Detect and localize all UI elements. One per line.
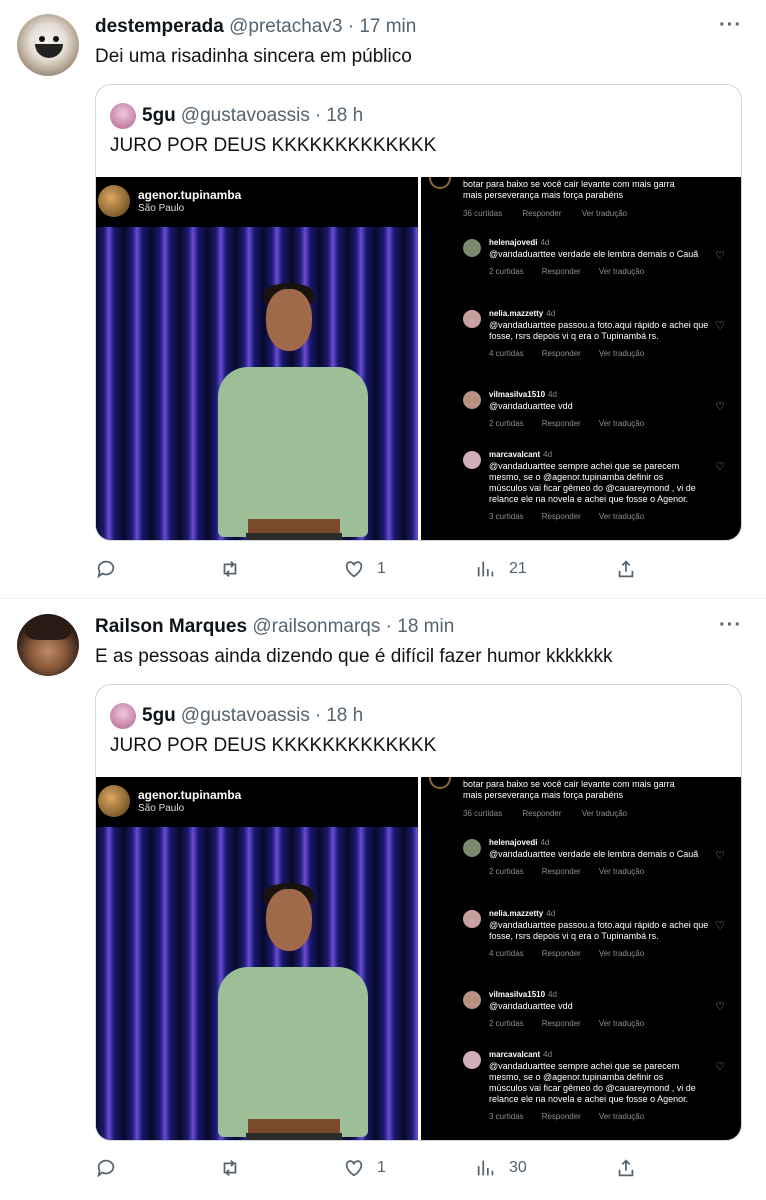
views-button[interactable]: 21	[475, 558, 527, 580]
like-icon	[345, 1160, 363, 1177]
person	[266, 889, 312, 951]
media-grid[interactable]: agenor.tupinamba São Paulo botar para ba…	[96, 177, 741, 540]
photo-instagram-post[interactable]: agenor.tupinamba São Paulo	[96, 177, 418, 540]
share-button[interactable]	[615, 1157, 637, 1179]
comment: vilmasilva1510 4d @vandaduarttee vdd 2 cu…	[489, 990, 645, 1028]
quoted-tweet[interactable]: 5gu @gustavoassis · 18 h JURO POR DEUS K…	[95, 84, 742, 541]
comment-text: botar para baixo se você cair levante co…	[463, 179, 675, 189]
like-icon	[345, 561, 363, 578]
photo-comments[interactable]: botar para baixo se você cair levante co…	[421, 177, 741, 540]
tweet-2[interactable]: Railson Marques @railsonmarqs · 18 min ·…	[0, 599, 766, 1200]
timestamp[interactable]: 18 min	[397, 616, 454, 637]
heart-icon: ♡	[715, 920, 725, 932]
ig-username: agenor.tupinamba	[138, 188, 242, 202]
heart-icon: ♡	[715, 1001, 725, 1013]
ig-location: São Paulo	[138, 803, 185, 814]
views-icon	[477, 561, 494, 577]
person	[266, 289, 312, 351]
quote-handle: @gustavoassis	[180, 105, 310, 126]
heart-icon: ♡	[715, 850, 725, 862]
quote-display-name: 5gu	[142, 705, 176, 726]
quote-avatar	[110, 103, 136, 129]
more-dots-icon[interactable]: ···	[719, 14, 742, 37]
heart-icon: ♡	[715, 461, 725, 473]
retweet-icon	[223, 561, 237, 577]
quote-header: 5gu @gustavoassis · 18 h	[110, 703, 363, 729]
media-grid[interactable]: agenor.tupinamba São Paulo botar para ba…	[96, 777, 741, 1140]
share-icon	[618, 1159, 634, 1177]
comment: helenajovedi 4d @vandaduarttee verdade el…	[489, 238, 699, 276]
ig-username: agenor.tupinamba	[138, 788, 242, 802]
quote-timestamp: 18 h	[326, 705, 364, 726]
comment: nelia.mazzetty 4d @vandaduarttee passou.a…	[489, 309, 709, 358]
reply-button[interactable]	[95, 558, 129, 580]
handle[interactable]: @railsonmarqs	[252, 616, 380, 637]
quote-avatar	[110, 703, 136, 729]
quote-handle: @gustavoassis	[180, 705, 310, 726]
reply-icon	[97, 560, 115, 579]
comment: marcavalcant 4d @vandaduarttee sempre ach…	[489, 1050, 696, 1121]
views-button[interactable]: 30	[475, 1157, 527, 1179]
avatar[interactable]	[17, 614, 79, 676]
comment: helenajovedi 4d @vandaduarttee verdade el…	[489, 838, 699, 876]
photo-instagram-post[interactable]: agenor.tupinamba São Paulo	[96, 777, 418, 1140]
comment-text: mais perseverança mais força parabéns	[463, 790, 624, 800]
quoted-tweet[interactable]: 5gu @gustavoassis · 18 h JURO POR DEUS K…	[95, 684, 742, 1141]
comment: vilmasilva1510 4d @vandaduarttee vdd 2 cu…	[489, 390, 645, 428]
quote-timestamp: 18 h	[326, 105, 364, 126]
heart-icon: ♡	[715, 401, 725, 413]
heart-icon: ♡	[715, 250, 725, 262]
more-dots-icon[interactable]: ···	[719, 614, 742, 637]
tweet-header: destemperada @pretachav3 · 17 min	[95, 16, 417, 37]
comment-text: mais perseverança mais força parabéns	[463, 190, 624, 200]
action-bar: 1 30	[95, 1157, 655, 1185]
heart-icon: ♡	[715, 1061, 725, 1073]
ig-avatar	[98, 185, 130, 217]
comment: marcavalcant 4d @vandaduarttee sempre ach…	[489, 450, 696, 521]
tweet-text: Dei uma risadinha sincera em público	[95, 46, 412, 67]
share-icon	[618, 560, 634, 578]
tweet-1[interactable]: destemperada @pretachav3 · 17 min ··· De…	[0, 0, 766, 598]
handle[interactable]: @pretachav3	[229, 16, 342, 37]
stage-curtain	[96, 227, 418, 540]
reply-icon	[97, 1159, 115, 1178]
tweet-header: Railson Marques @railsonmarqs · 18 min	[95, 616, 455, 637]
quote-display-name: 5gu	[142, 105, 176, 126]
retweet-icon	[223, 1160, 237, 1176]
comment: nelia.mazzetty 4d @vandaduarttee passou.a…	[489, 909, 709, 958]
action-bar: 1 21	[95, 558, 655, 586]
retweet-button[interactable]	[219, 558, 253, 580]
display-name[interactable]: destemperada	[95, 16, 224, 37]
quote-header: 5gu @gustavoassis · 18 h	[110, 103, 363, 129]
like-button[interactable]: 1	[343, 558, 386, 580]
heart-icon: ♡	[715, 320, 725, 332]
tweet-text: E as pessoas ainda dizendo que é difícil…	[95, 646, 613, 667]
comment-text: botar para baixo se você cair levante co…	[463, 779, 675, 789]
timestamp[interactable]: 17 min	[359, 16, 416, 37]
photo-comments[interactable]: botar para baixo se você cair levante co…	[421, 777, 741, 1140]
quote-text: JURO POR DEUS KKKKKKKKKKKKK	[110, 135, 437, 156]
display-name[interactable]: Railson Marques	[95, 616, 247, 637]
views-icon	[477, 1160, 494, 1176]
share-button[interactable]	[615, 558, 637, 580]
reply-button[interactable]	[95, 1157, 129, 1179]
ig-avatar	[98, 785, 130, 817]
like-button[interactable]: 1	[343, 1157, 386, 1179]
quote-text: JURO POR DEUS KKKKKKKKKKKKK	[110, 735, 437, 756]
retweet-button[interactable]	[219, 1157, 253, 1179]
ig-location: São Paulo	[138, 203, 185, 214]
avatar[interactable]	[17, 14, 79, 76]
stage-curtain	[96, 827, 418, 1140]
